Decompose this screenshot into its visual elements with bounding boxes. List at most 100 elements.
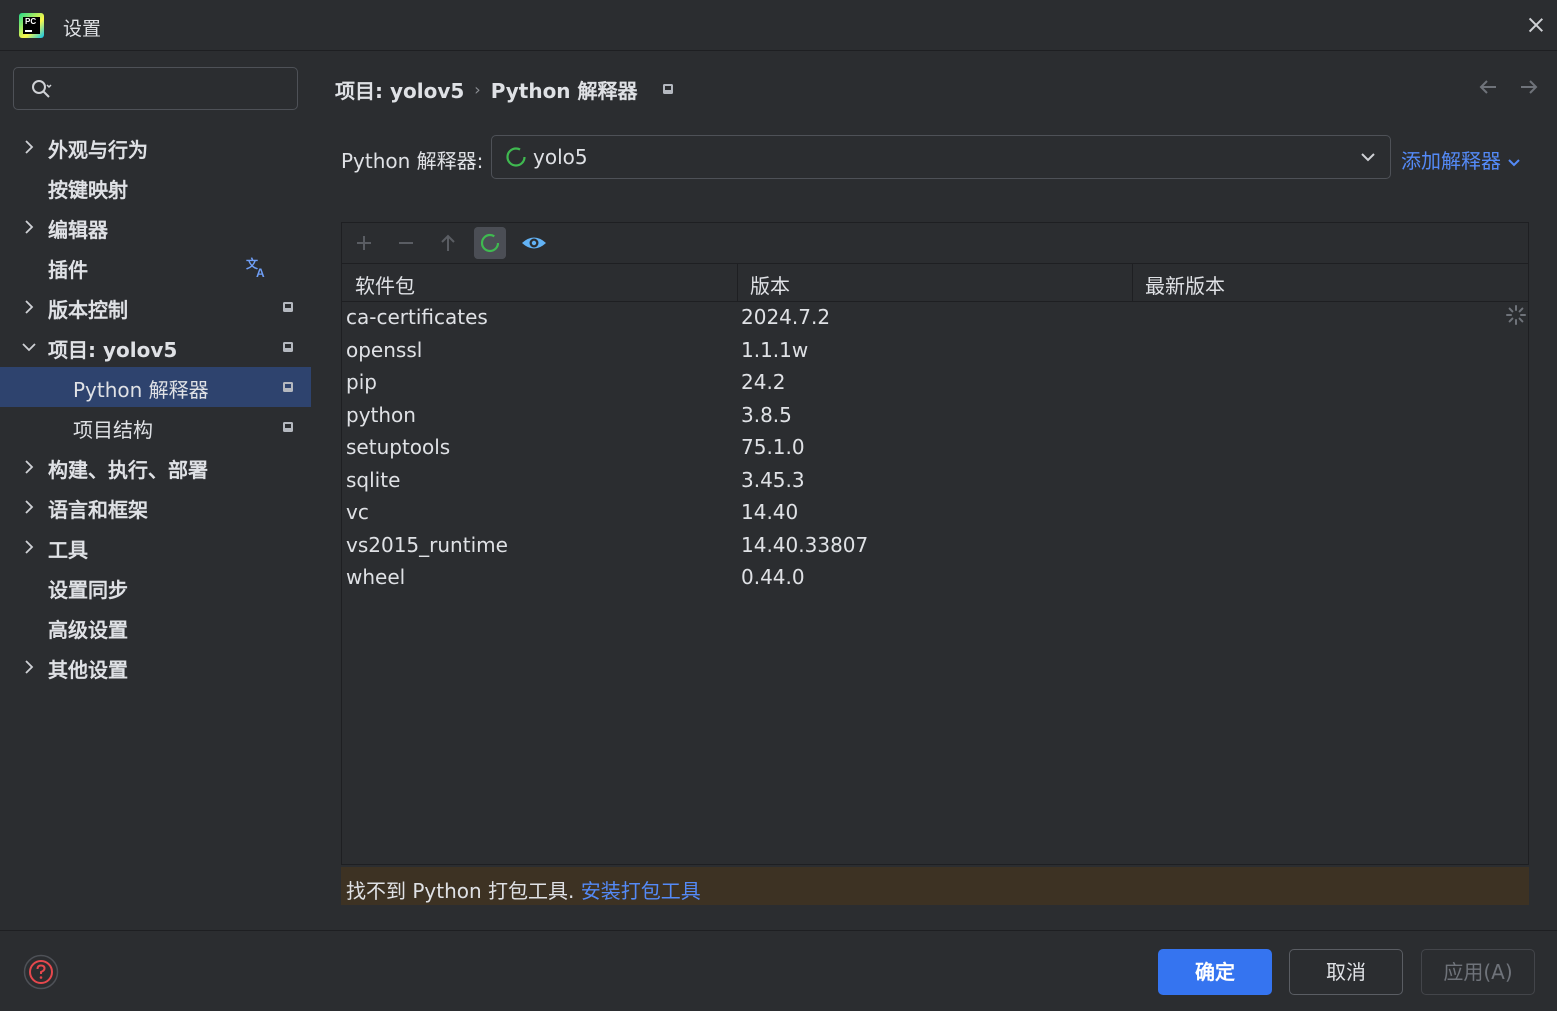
sidebar-item-advanced[interactable]: 高级设置 bbox=[0, 607, 311, 647]
conda-toggle-icon[interactable] bbox=[474, 227, 506, 259]
sidebar-item-label: 按键映射 bbox=[48, 178, 128, 202]
table-row[interactable]: wheel 0.44.0 bbox=[342, 565, 1528, 597]
ok-button[interactable]: 确定 bbox=[1158, 949, 1272, 995]
breadcrumb-project[interactable]: 项目: yolov5 bbox=[335, 75, 464, 104]
package-name: ca-certificates bbox=[346, 305, 488, 329]
sidebar-item-project-structure[interactable]: 项目结构 bbox=[0, 407, 311, 447]
column-header-package[interactable]: 软件包 bbox=[355, 270, 415, 299]
sidebar-item-label: 高级设置 bbox=[48, 618, 128, 642]
window-title: 设置 bbox=[63, 18, 102, 40]
interpreter-label: Python 解释器: bbox=[341, 149, 484, 173]
pycharm-logo-icon: PC bbox=[19, 13, 44, 38]
table-row[interactable]: ca-certificates 2024.7.2 bbox=[342, 305, 1528, 337]
table-row[interactable]: openssl 1.1.1w bbox=[342, 338, 1528, 370]
sidebar-item-label: 项目结构 bbox=[73, 418, 153, 442]
sidebar-item-label: 插件 bbox=[48, 258, 88, 282]
package-name: vs2015_runtime bbox=[346, 533, 508, 557]
breadcrumb: 项目: yolov5 › Python 解释器 bbox=[335, 75, 674, 104]
settings-search-input[interactable] bbox=[13, 67, 298, 110]
upgrade-package-icon[interactable] bbox=[432, 227, 464, 259]
sidebar-item-project[interactable]: 项目: yolov5 bbox=[0, 327, 311, 367]
add-interpreter-label: 添加解释器 bbox=[1401, 149, 1501, 173]
project-scope-icon bbox=[283, 422, 293, 432]
sidebar-item-label: 设置同步 bbox=[48, 578, 128, 602]
project-scope-icon bbox=[283, 342, 293, 352]
package-name: wheel bbox=[346, 565, 406, 589]
packaging-tools-warning: 找不到 Python 打包工具. 安装打包工具 bbox=[341, 867, 1529, 905]
chevron-down-icon bbox=[1361, 153, 1375, 162]
help-icon[interactable] bbox=[23, 954, 59, 990]
column-divider[interactable] bbox=[737, 263, 738, 301]
interpreter-value: yolo5 bbox=[533, 145, 588, 169]
package-name: vc bbox=[346, 500, 369, 524]
interpreter-select[interactable]: yolo5 bbox=[491, 135, 1391, 179]
package-table-panel: 软件包 版本 最新版本 ca-certificates 2024.7.2 ope… bbox=[341, 222, 1529, 865]
sidebar-item-languages[interactable]: 语言和框架 bbox=[0, 487, 311, 527]
sidebar-item-plugins[interactable]: 插件 文 A bbox=[0, 247, 311, 287]
show-early-releases-eye-icon[interactable] bbox=[518, 227, 550, 259]
chevron-right-icon bbox=[25, 460, 34, 474]
sidebar-item-label: 版本控制 bbox=[48, 298, 128, 322]
package-version: 2024.7.2 bbox=[741, 305, 831, 329]
remove-package-icon[interactable] bbox=[390, 227, 422, 259]
forward-arrow-icon[interactable] bbox=[1519, 78, 1539, 96]
add-package-icon[interactable] bbox=[348, 227, 380, 259]
sidebar-item-editor[interactable]: 编辑器 bbox=[0, 207, 311, 247]
sidebar-item-label: 其他设置 bbox=[48, 658, 128, 682]
table-row[interactable]: setuptools 75.1.0 bbox=[342, 435, 1528, 467]
back-arrow-icon[interactable] bbox=[1478, 78, 1498, 96]
chevron-right-icon bbox=[25, 140, 34, 154]
column-header-latest-version[interactable]: 最新版本 bbox=[1145, 270, 1225, 299]
add-interpreter-link[interactable]: 添加解释器 bbox=[1401, 145, 1521, 174]
package-name: sqlite bbox=[346, 468, 401, 492]
sidebar-item-settings-sync[interactable]: 设置同步 bbox=[0, 567, 311, 607]
cancel-button[interactable]: 取消 bbox=[1289, 949, 1403, 995]
package-toolbar bbox=[342, 223, 1528, 264]
table-row[interactable]: vc 14.40 bbox=[342, 500, 1528, 532]
package-version: 0.44.0 bbox=[741, 565, 805, 589]
package-version: 3.45.3 bbox=[741, 468, 805, 492]
conda-env-icon bbox=[506, 147, 526, 167]
sidebar-item-label: 构建、执行、部署 bbox=[48, 458, 208, 482]
chevron-right-icon bbox=[25, 300, 34, 314]
breadcrumb-separator: › bbox=[474, 80, 481, 99]
translate-icon: 文 A bbox=[246, 256, 265, 279]
sidebar-item-keymap[interactable]: 按键映射 bbox=[0, 167, 311, 207]
package-name: setuptools bbox=[346, 435, 451, 459]
sidebar-item-vcs[interactable]: 版本控制 bbox=[0, 287, 311, 327]
table-row[interactable]: sqlite 3.45.3 bbox=[342, 468, 1528, 500]
sidebar-item-label: Python 解释器 bbox=[73, 378, 209, 402]
sidebar-item-tools[interactable]: 工具 bbox=[0, 527, 311, 567]
apply-button[interactable]: 应用(A) bbox=[1421, 949, 1535, 995]
column-divider[interactable] bbox=[1132, 263, 1133, 301]
svg-text:A: A bbox=[256, 266, 265, 279]
footer-divider bbox=[0, 930, 1557, 931]
sidebar-item-appearance[interactable]: 外观与行为 bbox=[0, 127, 311, 167]
install-packaging-tools-link[interactable]: 安装打包工具 bbox=[581, 879, 701, 903]
close-icon[interactable] bbox=[1524, 13, 1548, 37]
project-scope-icon bbox=[283, 382, 293, 392]
package-version: 14.40 bbox=[741, 500, 799, 524]
project-scope-icon bbox=[283, 302, 293, 312]
table-row[interactable]: pip 24.2 bbox=[342, 370, 1528, 402]
project-scope-icon bbox=[663, 84, 674, 94]
package-version: 24.2 bbox=[741, 370, 786, 394]
chevron-down-icon bbox=[22, 343, 36, 352]
package-version: 1.1.1w bbox=[741, 338, 809, 362]
package-version: 14.40.33807 bbox=[741, 533, 869, 557]
sidebar-item-python-interpreter[interactable]: Python 解释器 bbox=[0, 367, 311, 407]
column-header-version[interactable]: 版本 bbox=[750, 270, 790, 299]
chevron-right-icon bbox=[25, 540, 34, 554]
package-name: python bbox=[346, 403, 416, 427]
sidebar-item-build[interactable]: 构建、执行、部署 bbox=[0, 447, 311, 487]
table-row[interactable]: vs2015_runtime 14.40.33807 bbox=[342, 533, 1528, 565]
table-row[interactable]: python 3.8.5 bbox=[342, 403, 1528, 435]
chevron-right-icon bbox=[25, 220, 34, 234]
warning-message: 找不到 Python 打包工具. bbox=[346, 879, 581, 903]
search-icon bbox=[32, 80, 52, 98]
sidebar-item-label: 编辑器 bbox=[48, 218, 108, 242]
package-table-header: 软件包 版本 最新版本 bbox=[342, 263, 1528, 302]
sidebar-item-other[interactable]: 其他设置 bbox=[0, 647, 311, 687]
package-version: 75.1.0 bbox=[741, 435, 805, 459]
sidebar-item-label: 外观与行为 bbox=[48, 138, 148, 162]
